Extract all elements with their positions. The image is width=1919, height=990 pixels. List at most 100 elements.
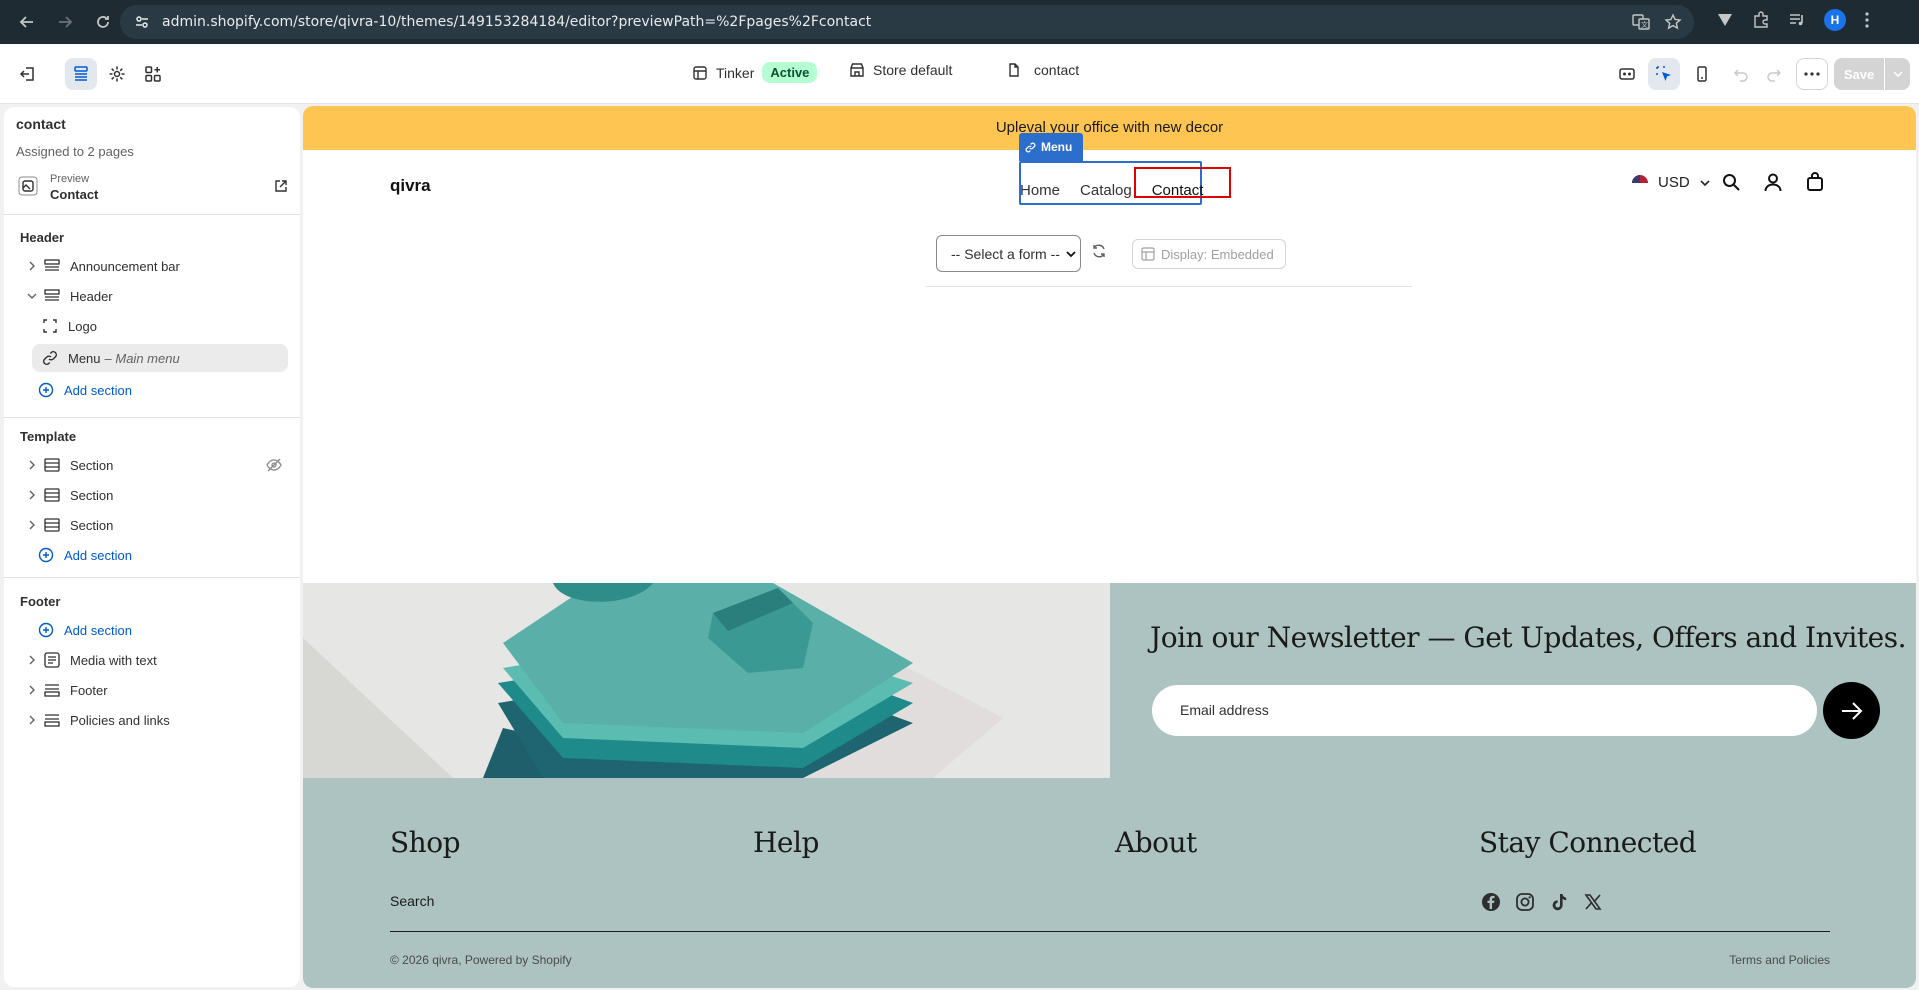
redo-icon — [1766, 66, 1782, 82]
add-section-label: Add section — [64, 547, 132, 563]
exit-button[interactable] — [12, 58, 44, 90]
undo-button[interactable] — [1725, 58, 1757, 90]
sidebar-item-media-with-text[interactable]: Media with text — [26, 646, 288, 674]
chevron-right-icon[interactable] — [26, 490, 38, 500]
sidebar-item-policies-and-links[interactable]: Policies and links — [26, 706, 288, 734]
add-section-label: Add section — [64, 382, 132, 398]
template-title: contact — [16, 116, 66, 132]
sidebar-item-section[interactable]: Section — [26, 511, 288, 539]
form-select[interactable]: -- Select a form -- — [936, 235, 1081, 272]
menu-selection-tag[interactable]: Menu — [1019, 133, 1083, 161]
currency-selector[interactable]: USD — [1632, 174, 1710, 191]
extension-v-icon[interactable] — [1716, 11, 1734, 29]
chevron-down-icon[interactable] — [1885, 71, 1910, 77]
tiktok-icon[interactable] — [1549, 892, 1569, 912]
search-icon[interactable] — [1721, 172, 1741, 192]
theme-icon — [692, 65, 708, 81]
browser-menu-icon[interactable] — [1864, 11, 1870, 29]
sections-tab-button[interactable] — [65, 58, 97, 90]
header-add-section-button[interactable]: Add section — [38, 376, 300, 404]
sidebar-item-section[interactable]: Section — [26, 451, 288, 479]
chevron-down-icon — [1700, 179, 1710, 186]
copyright-text: © 2026 qivra, Powered by Shopify — [390, 953, 572, 967]
announcement-bar[interactable]: Upleval your office with new decor — [303, 106, 1916, 150]
sidebar-item-menu[interactable]: Menu – Main menu — [32, 344, 288, 372]
terms-link[interactable]: Terms and Policies — [1729, 953, 1830, 967]
store-selector[interactable]: Store default — [849, 62, 952, 78]
theme-settings-button[interactable] — [101, 58, 133, 90]
account-icon[interactable] — [1763, 172, 1783, 192]
sidebar-item-label: Section — [70, 517, 114, 533]
url-text: admin.shopify.com/store/qivra-10/themes/… — [162, 14, 872, 30]
sidebar-item-label: Menu — [68, 350, 101, 366]
chevron-right-icon[interactable] — [26, 520, 38, 530]
chevron-right-icon[interactable] — [26, 685, 38, 695]
more-actions-button[interactable] — [1796, 58, 1828, 90]
menu-link-catalog[interactable]: Catalog — [1080, 182, 1132, 199]
form-select-value: -- Select a form -- — [951, 245, 1060, 262]
chevron-right-icon[interactable] — [26, 261, 38, 271]
display-mode-button[interactable]: Display: Embedded — [1132, 239, 1286, 269]
footer-add-section-button[interactable]: Add section — [38, 616, 300, 644]
address-bar[interactable]: admin.shopify.com/store/qivra-10/themes/… — [120, 5, 1694, 39]
sidebar-item-footer[interactable]: Footer — [26, 676, 288, 704]
back-icon[interactable] — [14, 9, 40, 35]
refresh-icon[interactable] — [1091, 243, 1107, 259]
preview-page-link[interactable]: Preview Contact — [16, 170, 292, 206]
site-settings-icon[interactable] — [132, 12, 152, 32]
page-selector[interactable]: contact — [1006, 62, 1079, 78]
undo-icon — [1733, 66, 1749, 82]
currency-label: USD — [1658, 174, 1690, 191]
sidebar-item-section[interactable]: Section — [26, 481, 288, 509]
facebook-icon[interactable] — [1481, 892, 1501, 912]
sections-sidebar: contact Assigned to 2 pages Preview Cont… — [4, 107, 300, 987]
sidebar-item-announcement-bar[interactable]: Announcement bar — [26, 252, 288, 280]
newsletter-section: Join our Newsletter — Get Updates, Offer… — [303, 583, 1916, 778]
theme-preview-canvas: Upleval your office with new decor qivra… — [303, 106, 1916, 988]
sidebar-item-logo[interactable]: Logo — [42, 312, 288, 340]
arrow-right-icon — [1841, 701, 1863, 720]
display-mode-label: Display: Embedded — [1161, 246, 1274, 262]
sidebar-item-label: Media with text — [70, 652, 157, 668]
footer-link-search[interactable]: Search — [390, 893, 434, 909]
forward-icon[interactable] — [52, 9, 78, 35]
extensions-puzzle-icon[interactable] — [1752, 11, 1770, 29]
store-logo[interactable]: qivra — [390, 176, 431, 196]
inspector-icon — [1618, 65, 1636, 83]
menu-link-home[interactable]: Home — [1020, 182, 1060, 199]
subscribe-button[interactable] — [1823, 682, 1880, 739]
exit-icon — [19, 65, 37, 83]
redo-button[interactable] — [1758, 58, 1790, 90]
plus-circle-icon — [38, 382, 54, 398]
sidebar-item-header[interactable]: Header — [26, 282, 288, 310]
external-link-icon[interactable] — [274, 179, 288, 193]
theme-selector[interactable]: Tinker Active — [692, 62, 818, 83]
form-toolbar: -- Select a form -- Display: Embedded — [926, 231, 1412, 287]
profile-avatar[interactable]: H — [1824, 9, 1846, 31]
select-element-button[interactable] — [1648, 58, 1680, 90]
media-text-icon — [44, 652, 60, 668]
chevron-down-icon[interactable] — [26, 293, 38, 299]
media-control-icon[interactable] — [1788, 11, 1806, 29]
bookmark-star-icon[interactable] — [1664, 13, 1682, 31]
chevron-right-icon[interactable] — [26, 460, 38, 470]
inspector-toggle-button[interactable] — [1611, 58, 1643, 90]
link-icon — [42, 350, 58, 366]
plus-circle-icon — [38, 622, 54, 638]
chevron-right-icon[interactable] — [26, 715, 38, 725]
apps-button[interactable] — [137, 58, 169, 90]
translate-icon[interactable]: 文 — [1632, 13, 1650, 31]
social-links — [1481, 892, 1603, 912]
save-button[interactable]: Save — [1834, 58, 1910, 90]
x-twitter-icon[interactable] — [1583, 892, 1603, 912]
section-icon — [44, 487, 60, 503]
reload-icon[interactable] — [90, 9, 116, 35]
cart-bag-icon[interactable] — [1805, 172, 1825, 192]
footer-divider — [390, 931, 1830, 932]
email-input[interactable]: Email address — [1152, 685, 1817, 736]
mobile-preview-button[interactable] — [1686, 58, 1718, 90]
template-add-section-button[interactable]: Add section — [38, 541, 300, 569]
eye-hidden-icon[interactable] — [266, 458, 282, 472]
instagram-icon[interactable] — [1515, 892, 1535, 912]
chevron-right-icon[interactable] — [26, 655, 38, 665]
